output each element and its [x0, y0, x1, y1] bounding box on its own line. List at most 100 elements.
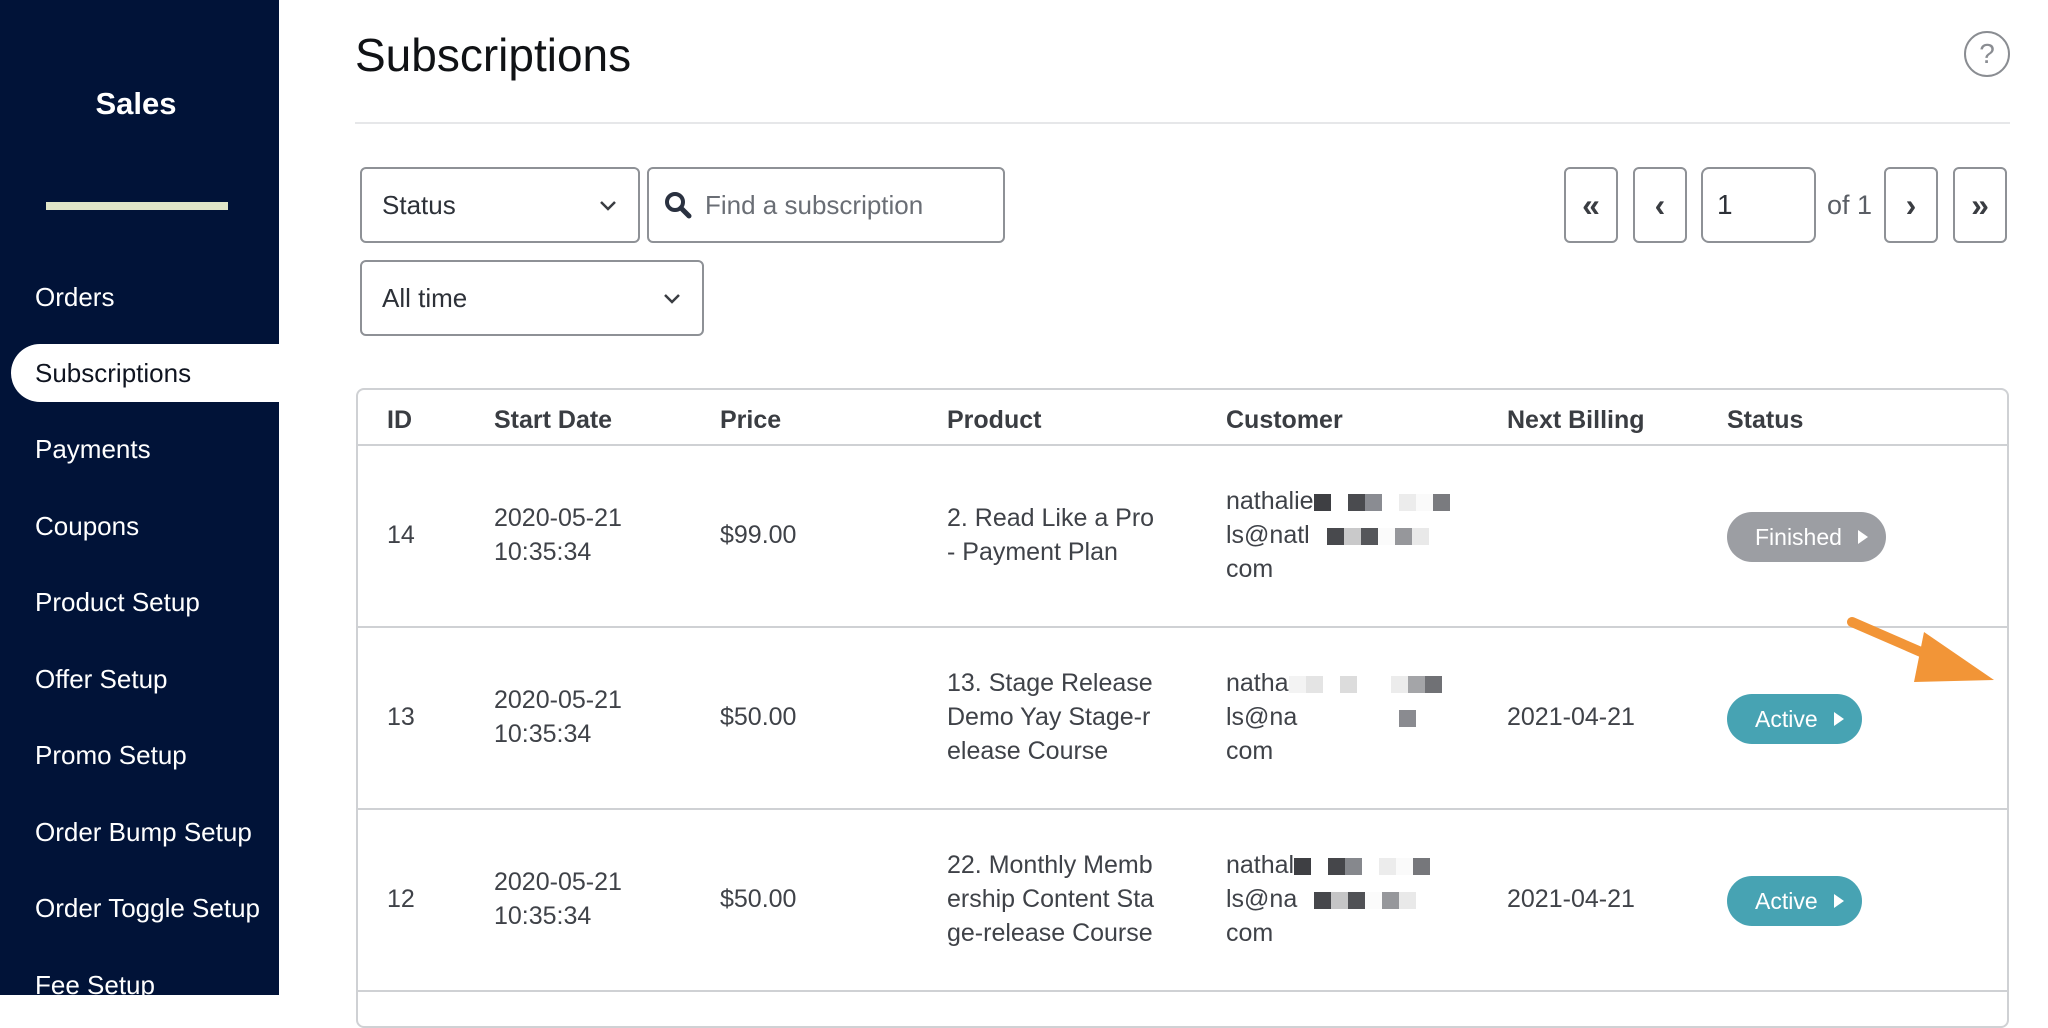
page-title: Subscriptions [355, 28, 631, 82]
status-badge-active[interactable]: Active [1727, 876, 1862, 926]
cell-product: 22. Monthly Memb ership Content Sta ge-r… [947, 848, 1154, 950]
subscriptions-table: ID Start Date Price Product Customer Nex… [356, 388, 2009, 1028]
cell-customer: nathal ls@na com [1226, 848, 1430, 950]
column-header-next-billing[interactable]: Next Billing [1507, 406, 1645, 435]
sidebar-divider [46, 202, 228, 210]
sidebar-item-coupons[interactable]: Coupons [11, 497, 279, 555]
status-filter-select[interactable]: Status [360, 167, 640, 243]
play-triangle-icon [1858, 530, 1868, 544]
cell-customer: nathalie ls@natl com [1226, 484, 1450, 586]
search-box[interactable] [647, 167, 1005, 243]
customer-text: nathalie [1226, 487, 1314, 515]
sidebar-item-payments[interactable]: Payments [11, 420, 279, 478]
search-icon [663, 190, 693, 220]
start-date-time: 10:35:34 [494, 535, 622, 569]
redaction-block [1297, 703, 1416, 731]
customer-text: com [1226, 734, 1442, 768]
cell-start-date: 2020-05-21 10:35:34 [494, 683, 622, 751]
chevron-down-icon [660, 287, 684, 311]
cell-id: 12 [387, 882, 415, 916]
customer-text: com [1226, 552, 1450, 586]
sidebar-item-promo-setup[interactable]: Promo Setup [11, 726, 279, 784]
sidebar: Sales Orders Subscriptions Payments Coup… [0, 0, 279, 995]
status-badge-finished[interactable]: Finished [1727, 512, 1886, 562]
product-line: 2. Read Like a Pro [947, 501, 1154, 535]
column-header-start-date[interactable]: Start Date [494, 406, 612, 435]
column-header-price[interactable]: Price [720, 406, 781, 435]
chevron-left-icon: ‹ [1655, 187, 1666, 224]
sidebar-item-order-bump-setup[interactable]: Order Bump Setup [11, 803, 279, 861]
time-range-select[interactable]: All time [360, 260, 704, 336]
last-page-button[interactable]: » [1953, 167, 2007, 243]
customer-text: natha [1226, 669, 1289, 697]
sidebar-item-subscriptions[interactable]: Subscriptions [11, 344, 279, 402]
redaction-block [1294, 851, 1430, 879]
previous-page-button[interactable]: ‹ [1633, 167, 1687, 243]
sidebar-title: Sales [0, 86, 272, 122]
play-triangle-icon [1834, 894, 1844, 908]
cell-price: $50.00 [720, 882, 796, 916]
cell-price: $50.00 [720, 700, 796, 734]
play-triangle-icon [1834, 712, 1844, 726]
chevron-right-icon: › [1906, 187, 1917, 224]
double-chevron-right-icon: » [1971, 187, 1989, 224]
cell-price: $99.00 [720, 518, 796, 552]
status-filter-value: Status [382, 190, 456, 221]
cell-id: 13 [387, 700, 415, 734]
product-line: elease Course [947, 734, 1153, 768]
start-date-day: 2020-05-21 [494, 501, 622, 535]
cell-customer: natha ls@na com [1226, 666, 1442, 768]
start-date-day: 2020-05-21 [494, 865, 622, 899]
customer-email-line: ls@na [1226, 882, 1430, 916]
first-page-button[interactable]: « [1564, 167, 1618, 243]
column-header-status[interactable]: Status [1727, 406, 1803, 435]
page-count-label: of 1 [1827, 190, 1872, 221]
sidebar-item-order-toggle-setup[interactable]: Order Toggle Setup [11, 879, 279, 937]
redaction-block [1289, 669, 1442, 697]
page-number-input[interactable] [1701, 167, 1816, 243]
start-date-day: 2020-05-21 [494, 683, 622, 717]
annotation-arrow-icon [1844, 610, 2004, 700]
redaction-block [1314, 487, 1450, 515]
sidebar-item-offer-setup[interactable]: Offer Setup [11, 650, 279, 708]
column-header-customer[interactable]: Customer [1226, 406, 1343, 435]
status-label: Active [1755, 888, 1818, 915]
status-badge-active[interactable]: Active [1727, 694, 1862, 744]
start-date-time: 10:35:34 [494, 899, 622, 933]
cell-product: 13. Stage Release Demo Yay Stage-r eleas… [947, 666, 1153, 768]
customer-text: com [1226, 916, 1430, 950]
table-header: ID Start Date Price Product Customer Nex… [358, 390, 2007, 446]
column-header-id[interactable]: ID [387, 406, 412, 435]
customer-text: ls@na [1226, 703, 1297, 731]
customer-text: nathal [1226, 851, 1294, 879]
product-line: - Payment Plan [947, 535, 1154, 569]
chevron-down-icon [596, 194, 620, 218]
sidebar-item-fee-setup[interactable]: Fee Setup [11, 956, 279, 1014]
cell-start-date: 2020-05-21 10:35:34 [494, 501, 622, 569]
time-range-value: All time [382, 283, 467, 314]
sidebar-item-orders[interactable]: Orders [11, 268, 279, 326]
table-row[interactable]: 12 2020-05-21 10:35:34 $50.00 22. Monthl… [358, 810, 2007, 992]
product-line: ership Content Sta [947, 882, 1154, 916]
customer-email-line: nathalie [1226, 484, 1450, 518]
cell-id: 14 [387, 518, 415, 552]
search-input[interactable] [705, 190, 985, 221]
product-line: Demo Yay Stage-r [947, 700, 1153, 734]
customer-email-line: ls@na [1226, 700, 1442, 734]
cell-next-billing: 2021-04-21 [1507, 700, 1635, 734]
customer-text: ls@na [1226, 885, 1297, 913]
redaction-block [1310, 521, 1429, 549]
customer-email-line: natha [1226, 666, 1442, 700]
status-label: Active [1755, 706, 1818, 733]
table-row[interactable]: 14 2020-05-21 10:35:34 $99.00 2. Read Li… [358, 446, 2007, 628]
cell-start-date: 2020-05-21 10:35:34 [494, 865, 622, 933]
sidebar-item-product-setup[interactable]: Product Setup [11, 573, 279, 631]
question-circle-icon: ? [1979, 38, 1995, 70]
double-chevron-left-icon: « [1582, 187, 1600, 224]
table-row[interactable]: 13 2020-05-21 10:35:34 $50.00 13. Stage … [358, 628, 2007, 810]
customer-email-line: nathal [1226, 848, 1430, 882]
column-header-product[interactable]: Product [947, 406, 1041, 435]
help-button[interactable]: ? [1964, 31, 2010, 77]
product-line: 13. Stage Release [947, 666, 1153, 700]
next-page-button[interactable]: › [1884, 167, 1938, 243]
